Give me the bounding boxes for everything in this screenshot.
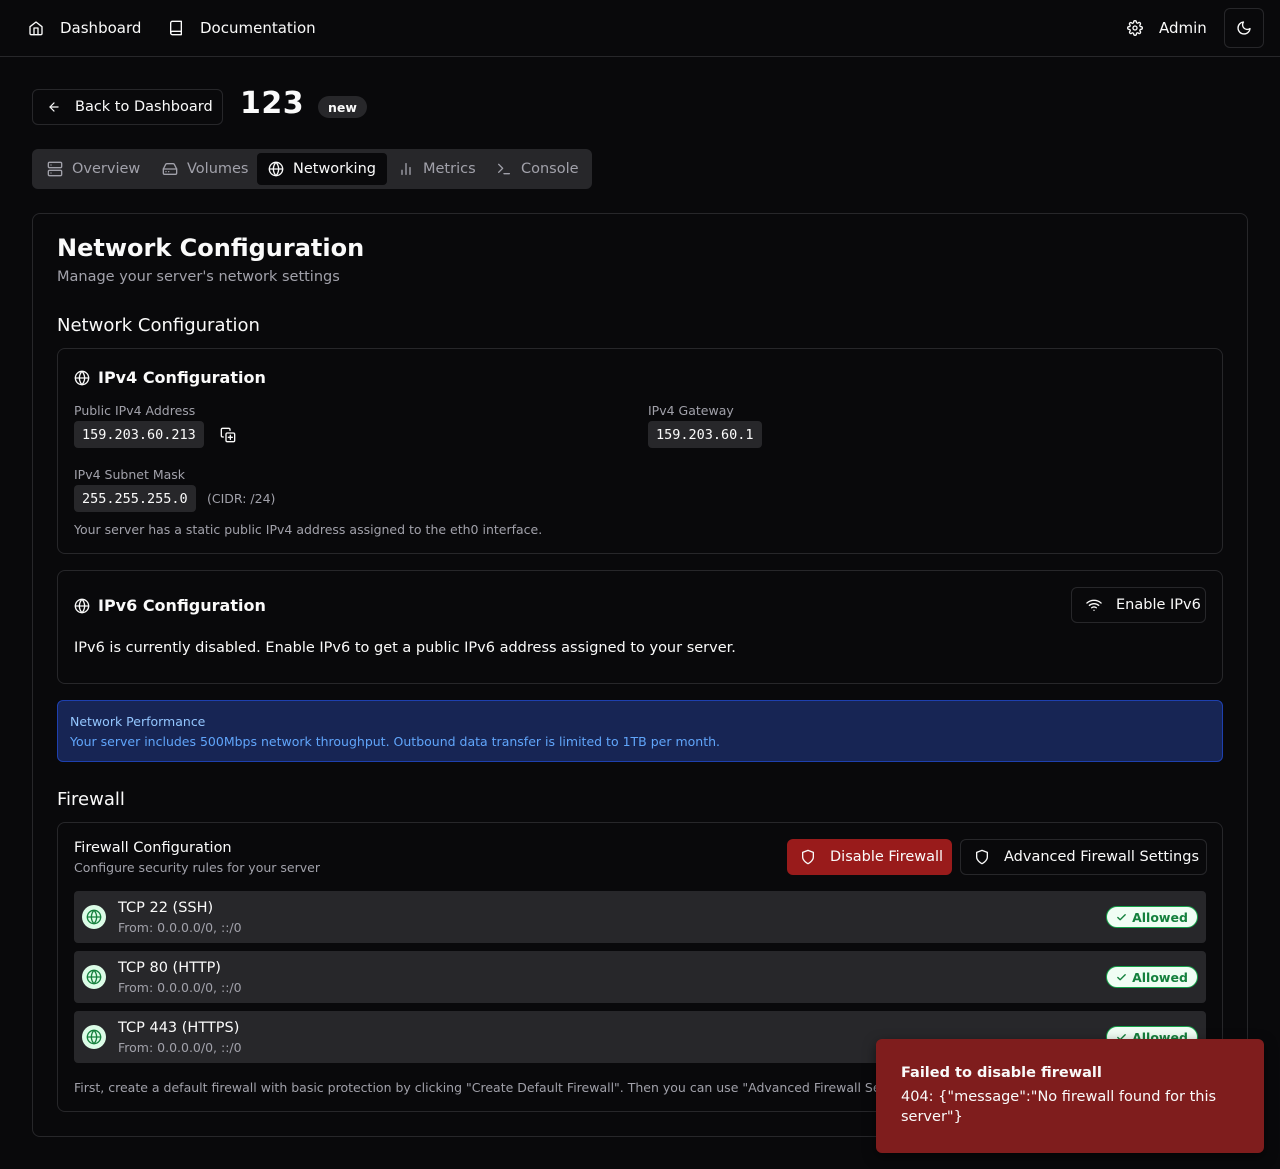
- wifi-icon: [1086, 597, 1102, 613]
- ipv4-title: IPv4 Configuration: [98, 368, 266, 387]
- rule-status-label: Allowed: [1132, 969, 1188, 985]
- rule-name: TCP 22 (SSH): [118, 900, 214, 916]
- rule-status-label: Allowed: [1132, 909, 1188, 925]
- rule-name: TCP 443 (HTTPS): [118, 1020, 240, 1036]
- advanced-firewall-settings-button[interactable]: Advanced Firewall Settings: [960, 839, 1207, 875]
- tab-metrics-label: Metrics: [423, 161, 476, 177]
- rule-name: TCP 80 (HTTP): [118, 960, 221, 976]
- ipv4-gateway-value: 159.203.60.1: [648, 421, 762, 448]
- ipv4-note: Your server has a static public IPv4 add…: [74, 522, 543, 537]
- gear-icon: [1127, 20, 1143, 36]
- ipv6-title: IPv6 Configuration: [98, 596, 266, 615]
- book-icon: [168, 20, 184, 36]
- toast-title: Failed to disable firewall: [901, 1065, 1102, 1081]
- tab-overview-label: Overview: [72, 161, 141, 177]
- bar-chart-icon: [398, 161, 414, 177]
- firewall-section-heading: Firewall: [57, 789, 125, 810]
- rule-status-badge: Allowed: [1106, 966, 1198, 988]
- firewall-title: Firewall Configuration: [74, 840, 232, 856]
- network-section-heading: Network Configuration: [57, 315, 260, 336]
- nav-admin-label: Admin: [1159, 19, 1207, 37]
- home-icon: [28, 20, 44, 36]
- error-toast[interactable]: Failed to disable firewall 404: {"messag…: [876, 1039, 1264, 1153]
- status-badge: new: [318, 96, 367, 118]
- firewall-rule-row: TCP 80 (HTTP) From: 0.0.0.0/0, ::/0 Allo…: [74, 951, 1206, 1003]
- enable-ipv6-label: Enable IPv6: [1116, 597, 1201, 613]
- copy-icon[interactable]: [220, 427, 236, 443]
- back-to-dashboard-button[interactable]: Back to Dashboard: [32, 89, 223, 125]
- hard-drive-icon: [162, 161, 178, 177]
- nav-admin-link[interactable]: Admin: [1127, 0, 1207, 56]
- firewall-rule-row: TCP 22 (SSH) From: 0.0.0.0/0, ::/0 Allow…: [74, 891, 1206, 943]
- network-performance-alert: Network Performance Your server includes…: [57, 700, 1223, 762]
- tab-overview[interactable]: Overview: [36, 153, 151, 185]
- ipv6-status-text: IPv6 is currently disabled. Enable IPv6 …: [74, 640, 736, 656]
- tab-networking[interactable]: Networking: [257, 153, 387, 185]
- enable-ipv6-button[interactable]: Enable IPv6: [1071, 587, 1206, 623]
- toast-message: 404: {"message":"No firewall found for t…: [901, 1089, 1217, 1125]
- tab-networking-label: Networking: [293, 161, 376, 177]
- tab-console-label: Console: [521, 161, 579, 177]
- public-ipv4-value: 159.203.60.213: [74, 421, 204, 448]
- shield-icon: [800, 849, 816, 865]
- shield-icon: [974, 849, 990, 865]
- tab-console[interactable]: Console: [485, 153, 590, 185]
- ipv4-cidr: (CIDR: /24): [207, 491, 276, 506]
- rule-source: From: 0.0.0.0/0, ::/0: [118, 980, 242, 995]
- rule-source: From: 0.0.0.0/0, ::/0: [118, 920, 242, 935]
- check-icon: [1116, 912, 1127, 923]
- ipv6-panel: IPv6 Configuration Enable IPv6 IPv6 is c…: [57, 570, 1223, 684]
- tab-volumes-label: Volumes: [187, 161, 249, 177]
- tab-list: Overview Volumes Networking Metrics Cons…: [32, 149, 592, 189]
- page-title: Network Configuration: [57, 234, 365, 262]
- tab-metrics[interactable]: Metrics: [387, 153, 487, 185]
- advanced-firewall-label: Advanced Firewall Settings: [1004, 849, 1199, 865]
- terminal-icon: [496, 161, 512, 177]
- page-subtitle: Manage your server's network settings: [57, 269, 340, 285]
- ipv4-panel: IPv4 Configuration Public IPv4 Address 1…: [57, 348, 1223, 554]
- globe-icon: [74, 598, 90, 614]
- rule-source: From: 0.0.0.0/0, ::/0: [118, 1040, 242, 1055]
- ipv4-subnet-label: IPv4 Subnet Mask: [74, 467, 186, 482]
- nav-dashboard-link[interactable]: Dashboard: [28, 0, 141, 56]
- arrow-left-icon: [47, 100, 61, 114]
- top-navigation-bar: Dashboard Documentation Admin: [0, 0, 1280, 57]
- nav-dashboard-label: Dashboard: [60, 19, 142, 37]
- globe-icon: [82, 905, 106, 929]
- check-icon: [1116, 972, 1127, 983]
- nav-documentation-label: Documentation: [200, 19, 316, 37]
- firewall-subtitle: Configure security rules for your server: [74, 860, 320, 875]
- performance-title: Network Performance: [70, 714, 206, 729]
- tab-volumes[interactable]: Volumes: [151, 153, 259, 185]
- performance-text: Your server includes 500Mbps network thr…: [70, 734, 720, 749]
- globe-icon: [74, 370, 90, 386]
- server-icon: [47, 161, 63, 177]
- globe-icon: [82, 965, 106, 989]
- ipv6-title-row: IPv6 Configuration: [74, 596, 266, 615]
- ipv4-gateway-label: IPv4 Gateway: [648, 403, 734, 418]
- ipv4-subnet-value: 255.255.255.0: [74, 485, 196, 512]
- nav-documentation-link[interactable]: Documentation: [168, 0, 316, 56]
- server-name: 123: [240, 86, 305, 121]
- rule-status-badge: Allowed: [1106, 906, 1198, 928]
- public-ipv4-label: Public IPv4 Address: [74, 403, 196, 418]
- disable-firewall-button[interactable]: Disable Firewall: [787, 839, 952, 875]
- back-label: Back to Dashboard: [75, 99, 213, 115]
- moon-icon: [1236, 20, 1252, 36]
- ipv4-title-row: IPv4 Configuration: [74, 368, 266, 387]
- theme-toggle-button[interactable]: [1224, 8, 1264, 48]
- globe-icon: [268, 161, 284, 177]
- globe-icon: [82, 1025, 106, 1049]
- disable-firewall-label: Disable Firewall: [830, 849, 944, 865]
